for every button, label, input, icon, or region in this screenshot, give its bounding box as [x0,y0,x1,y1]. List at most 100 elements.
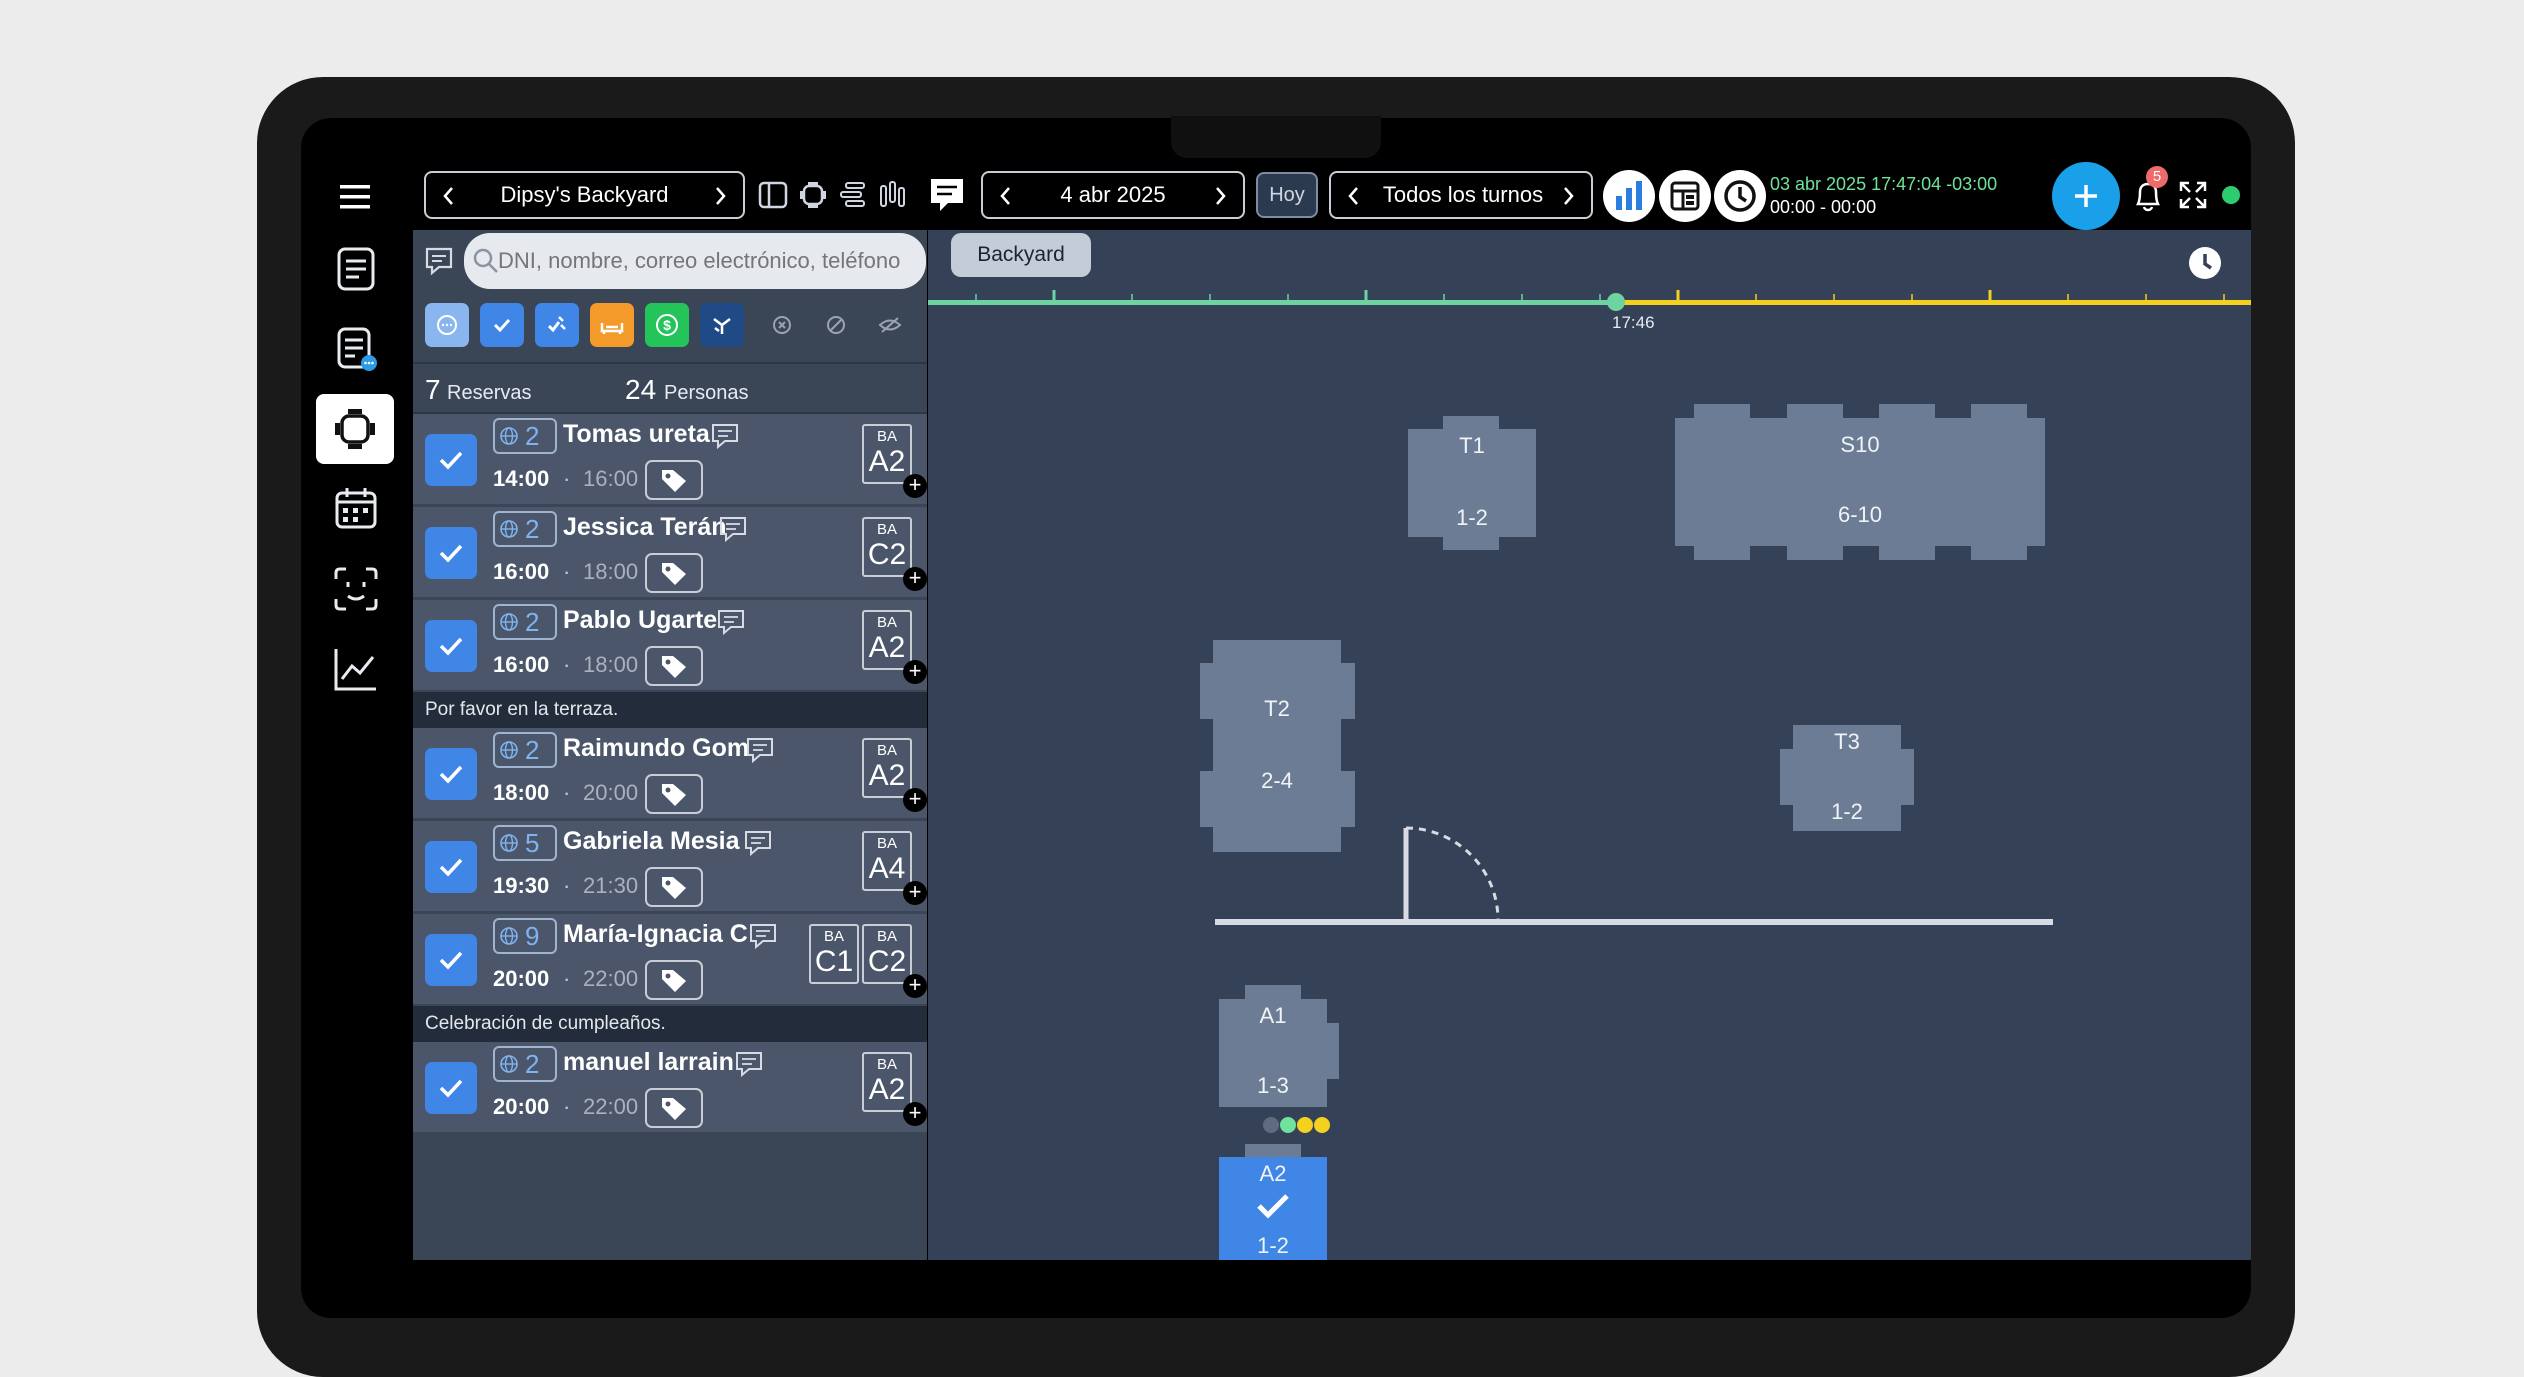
tag-button[interactable] [645,774,703,814]
table-a1[interactable]: A1 1-3 [1219,999,1327,1107]
search-box[interactable] [464,233,926,289]
chat-icon[interactable] [424,246,454,276]
assigned-table[interactable]: BA A4 [862,831,912,891]
date-selector[interactable]: 4 abr 2025 [981,171,1245,219]
table-t2[interactable]: T2 2-4 [1213,640,1341,852]
layout-button[interactable] [1659,170,1711,222]
notes-icon[interactable] [928,176,966,214]
fullscreen-icon[interactable] [2178,180,2208,210]
shift-selector[interactable]: Todos los turnos [1329,171,1593,219]
tag-icon [662,1098,686,1120]
reservation-row[interactable]: 2 Jessica Terán 16:00 · 18:00 BA C2 + [413,507,927,599]
reservation-row[interactable]: 2 Pablo Ugarte 16:00 · 18:00 BA A2 + [413,600,927,692]
chevron-right-icon[interactable] [709,183,731,209]
end-time: 18:00 [583,559,639,584]
chevron-left-icon[interactable] [1343,183,1365,209]
chevron-left-icon[interactable] [438,183,460,209]
tag-button[interactable] [645,1088,703,1128]
tag-button[interactable] [645,646,703,686]
timeline-icon[interactable] [838,180,868,210]
assigned-table[interactable]: BA A2 [862,738,912,798]
filter-confirmed-button[interactable] [480,303,524,347]
filter-arrived-button[interactable] [535,303,579,347]
add-table-button[interactable]: + [903,881,927,905]
search-input[interactable] [498,241,918,281]
chevron-right-icon[interactable] [1209,183,1231,209]
floor-plan-nav-button[interactable] [316,394,394,464]
add-table-button[interactable]: + [903,567,927,591]
reservations-list-icon[interactable] [331,244,381,294]
add-table-button[interactable]: + [903,474,927,498]
stats-button[interactable] [1603,170,1655,222]
history-button[interactable] [1714,170,1766,222]
chevron-right-icon[interactable] [1557,183,1579,209]
reservation-checkbox[interactable] [425,934,477,986]
timeline[interactable] [928,288,2251,328]
add-table-button[interactable]: + [903,660,927,684]
clock-toggle-icon[interactable] [2187,245,2223,281]
reservation-checkbox[interactable] [425,748,477,800]
filter-seated-button[interactable] [590,303,634,347]
message-icon[interactable] [716,608,746,636]
split-view-icon[interactable] [758,180,788,210]
columns-icon[interactable] [878,180,908,210]
reservation-row[interactable]: 5 Gabriela Mesia 19:30 · 21:30 BA A4 + [413,821,927,913]
table-s10[interactable]: S10 6-10 [1675,418,2045,546]
reservation-checkbox[interactable] [425,620,477,672]
filter-paid-button[interactable]: $ [645,303,689,347]
assigned-table[interactable]: BA A2 [862,424,912,484]
assigned-table[interactable]: BA C2 [862,517,912,577]
reservation-checkbox[interactable] [425,527,477,579]
reservation-checkbox[interactable] [425,1062,477,1114]
venue-selector[interactable]: Dipsy's Backyard [424,171,745,219]
timeline-handle[interactable] [1607,293,1625,311]
assigned-table[interactable]: BA C1 [809,924,859,984]
reservation-checkbox[interactable] [425,841,477,893]
reservation-row[interactable]: 2 Raimundo Gom 18:00 · 20:00 BA A2 + [413,728,927,820]
message-icon[interactable] [743,829,773,857]
face-id-icon[interactable] [331,564,381,614]
filter-all-button[interactable] [425,303,469,347]
tag-button[interactable] [645,960,703,1000]
calendar-icon[interactable] [331,484,381,534]
floor-plan-icon[interactable] [798,180,828,210]
chevron-left-icon[interactable] [995,183,1017,209]
menu-icon[interactable] [340,182,372,212]
tag-button[interactable] [645,460,703,500]
chair [1787,404,1843,419]
add-table-button[interactable]: + [903,974,927,998]
tag-button[interactable] [645,867,703,907]
assigned-table[interactable]: BA A2 [862,610,912,670]
timeline-past [928,300,1616,305]
reservation-row[interactable]: 2 Tomas ureta 14:00 · 16:00 BA A2 + [413,414,927,506]
tag-button[interactable] [645,553,703,593]
reservation-row[interactable]: 9 María-Ignacia C 20:00 · 22:00 BA C1 BA C2… [413,914,927,1006]
chair [1879,545,1935,560]
table-a2[interactable]: A2 1-2 [1219,1157,1327,1260]
table-code: A4 [868,852,906,885]
area-tab-backyard[interactable]: Backyard [951,233,1091,277]
table-t1[interactable]: T1 1-2 [1408,429,1536,537]
filter-rejected-button[interactable] [814,303,858,347]
floor-plan [928,230,2251,1260]
message-icon[interactable] [734,1050,764,1078]
reservation-checkbox[interactable] [425,434,477,486]
message-icon[interactable] [710,422,740,450]
message-icon[interactable] [745,736,775,764]
waitlist-icon[interactable] [331,324,381,374]
assigned-table[interactable]: BA A2 [862,1052,912,1112]
today-button[interactable]: Hoy [1256,172,1318,218]
reservation-row[interactable]: 2 manuel larrain 20:00 · 22:00 BA A2 + [413,1042,927,1134]
add-table-button[interactable]: + [903,788,927,812]
filter-noshow-button[interactable] [868,303,912,347]
party-size-value: 2 [525,513,540,544]
message-icon[interactable] [718,515,748,543]
message-icon[interactable] [748,922,778,950]
analytics-icon[interactable] [331,644,381,694]
add-table-button[interactable]: + [903,1102,927,1126]
table-t3[interactable]: T3 1-2 [1793,725,1901,831]
filter-left-button[interactable] [700,303,744,347]
assigned-table[interactable]: BA C2 [862,924,912,984]
add-reservation-button[interactable] [2052,162,2120,230]
filter-cancelled-button[interactable] [760,303,804,347]
